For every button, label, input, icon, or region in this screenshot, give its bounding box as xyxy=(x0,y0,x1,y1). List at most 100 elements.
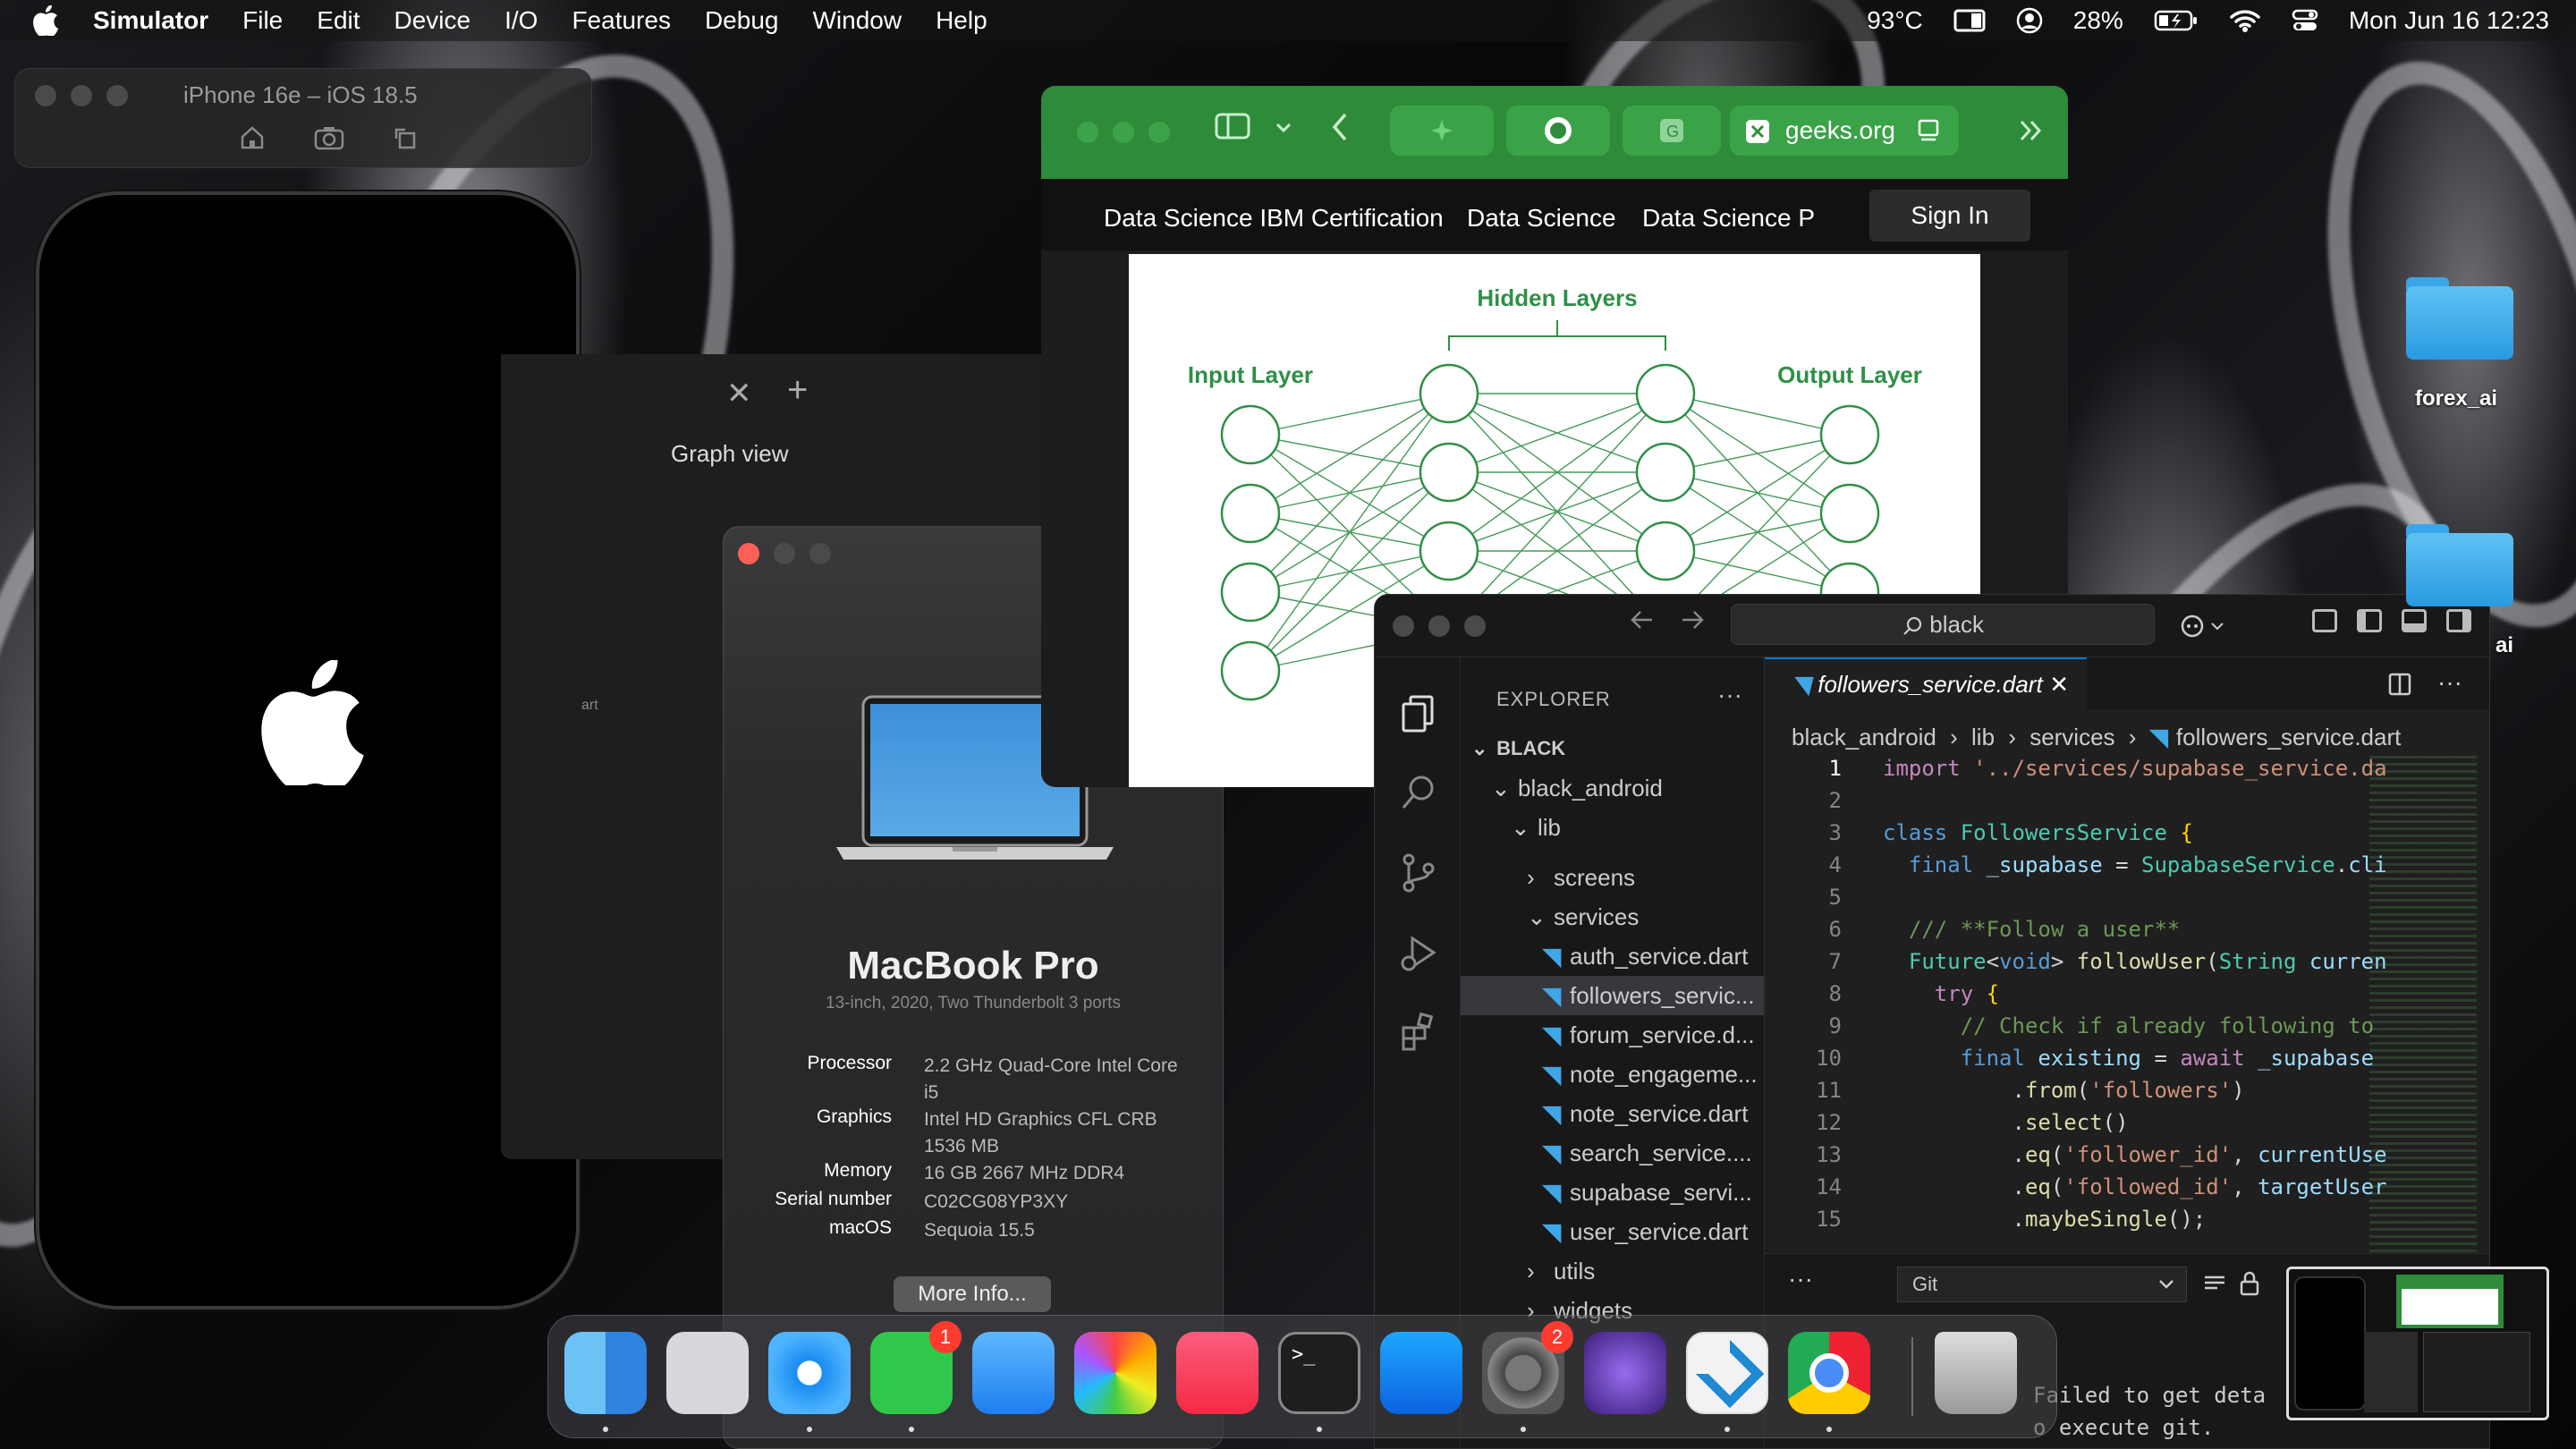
menu-device[interactable]: Device xyxy=(394,6,471,35)
folder-icon[interactable] xyxy=(2406,277,2513,360)
toggle-panel-icon[interactable] xyxy=(2402,609,2427,632)
menu-app-name[interactable]: Simulator xyxy=(93,6,208,35)
zoom-button[interactable] xyxy=(809,543,831,564)
vscode-icon[interactable] xyxy=(1686,1332,1768,1414)
close-icon[interactable]: ✕ xyxy=(2049,659,2069,709)
close-button[interactable] xyxy=(1393,615,1414,637)
minimize-button[interactable] xyxy=(774,543,795,564)
tab-pinned-1[interactable] xyxy=(1390,106,1494,156)
tab-followers-service[interactable]: ◥ followers_service.dart ✕ xyxy=(1765,657,2087,709)
minimize-button[interactable] xyxy=(71,85,92,106)
iphone-simulator-screen[interactable] xyxy=(36,191,580,1309)
zoom-button[interactable] xyxy=(1148,122,1170,143)
close-button[interactable] xyxy=(738,543,759,564)
copilot-icon[interactable] xyxy=(2180,613,2228,640)
more-actions-icon[interactable]: ··· xyxy=(2437,668,2462,696)
display-icon[interactable] xyxy=(1953,8,1986,33)
address-bar[interactable]: geeks.org xyxy=(1730,106,1959,156)
temperature-status[interactable]: 93°C xyxy=(1867,6,1923,35)
tree-file-item[interactable]: ◥ auth_service.dart xyxy=(1461,936,1764,976)
tab-g[interactable]: G xyxy=(1623,106,1721,156)
system-settings-icon[interactable]: 2 xyxy=(1482,1321,1573,1414)
xcode-icon[interactable] xyxy=(1380,1332,1462,1414)
wifi-icon[interactable] xyxy=(2229,8,2261,33)
minimap[interactable] xyxy=(2369,756,2477,1292)
run-debug-icon[interactable] xyxy=(1398,933,1439,974)
nav-link-data-science-p[interactable]: Data Science P xyxy=(1642,204,1815,233)
zoom-button[interactable] xyxy=(106,85,128,106)
more-info-button[interactable]: More Info... xyxy=(894,1276,1051,1312)
nav-link-ibm-cert[interactable]: Data Science IBM Certification xyxy=(1104,204,1444,233)
tree-file-item[interactable]: ◥ note_engageme... xyxy=(1461,1055,1764,1094)
tab-github[interactable] xyxy=(1506,106,1610,156)
screenshot-icon[interactable] xyxy=(314,124,344,151)
lock-scroll-icon[interactable] xyxy=(2239,1270,2260,1297)
breadcrumb-item[interactable]: services xyxy=(2029,724,2114,750)
menu-edit[interactable]: Edit xyxy=(317,6,360,35)
menu-help[interactable]: Help xyxy=(936,6,987,35)
output-channel-select[interactable]: Git xyxy=(1897,1267,2187,1302)
tree-file-item[interactable]: ◥ search_service.... xyxy=(1461,1133,1764,1173)
breadcrumb-item[interactable]: lib xyxy=(1971,724,1995,750)
back-arrow-icon[interactable] xyxy=(1629,607,1656,632)
folder-icon[interactable] xyxy=(2406,524,2513,606)
chrome-icon[interactable] xyxy=(1788,1332,1870,1414)
tree-folder-item[interactable]: ⌄ services xyxy=(1461,897,1764,936)
tree-file-item[interactable]: ◥ forum_service.d... xyxy=(1461,1015,1764,1055)
minimize-button[interactable] xyxy=(1113,122,1134,143)
finder-icon[interactable] xyxy=(564,1332,647,1414)
terminal-icon[interactable]: >_ xyxy=(1278,1332,1360,1414)
menu-window[interactable]: Window xyxy=(812,6,902,35)
close-button[interactable] xyxy=(1077,122,1098,143)
split-editor-icon[interactable] xyxy=(2387,672,2412,697)
tree-file-item[interactable]: ◥ user_service.dart xyxy=(1461,1212,1764,1251)
sidebar-toggle-icon[interactable] xyxy=(1215,111,1250,141)
explorer-icon[interactable] xyxy=(1398,693,1439,734)
chevron-down-icon[interactable] xyxy=(1275,122,1292,134)
user-account-icon[interactable] xyxy=(2016,7,2043,34)
panel-more-icon[interactable]: ··· xyxy=(1788,1265,1813,1293)
reader-icon[interactable] xyxy=(1916,118,1941,143)
apple-menu-icon[interactable] xyxy=(32,5,59,36)
clear-output-icon[interactable] xyxy=(2203,1274,2228,1295)
search-icon[interactable] xyxy=(1398,772,1439,813)
breadcrumb-item[interactable]: followers_service.dart xyxy=(2176,724,2401,750)
obsidian-icon[interactable] xyxy=(1584,1332,1666,1414)
new-tab-button[interactable]: + xyxy=(787,370,808,411)
nav-link-data-science[interactable]: Data Science xyxy=(1467,204,1616,233)
photos-icon[interactable] xyxy=(1074,1332,1157,1414)
toggle-secondary-sidebar-icon[interactable] xyxy=(2446,609,2471,632)
launchpad-icon[interactable] xyxy=(666,1332,749,1414)
menu-clock[interactable]: Mon Jun 16 12:23 xyxy=(2349,6,2549,35)
rotate-icon[interactable] xyxy=(393,124,419,151)
safari-icon[interactable] xyxy=(768,1332,851,1414)
tree-folder-item[interactable]: ⌄ black_android xyxy=(1461,768,1764,808)
forward-arrow-icon[interactable] xyxy=(1679,607,1706,632)
trash-icon[interactable] xyxy=(1935,1332,2017,1414)
command-center-search[interactable]: black xyxy=(1731,604,2155,645)
control-center-icon[interactable] xyxy=(2292,8,2318,33)
screenshot-thumbnail[interactable] xyxy=(2286,1267,2549,1420)
menu-file[interactable]: File xyxy=(242,6,283,35)
workspace-root[interactable]: ⌄ BLACK xyxy=(1461,729,1764,768)
battery-icon[interactable] xyxy=(2154,9,2199,32)
tree-file-item[interactable]: ◥ note_service.dart xyxy=(1461,1094,1764,1133)
tree-folder-item[interactable]: ⌄ lib xyxy=(1461,808,1764,847)
tree-file-item[interactable]: ◥ supabase_servi... xyxy=(1461,1173,1764,1212)
folder-label-forex-ai[interactable]: forex_ai xyxy=(2415,386,2497,411)
music-icon[interactable] xyxy=(1176,1332,1258,1414)
tree-folder-item[interactable]: › utils xyxy=(1461,1251,1764,1291)
menu-debug[interactable]: Debug xyxy=(705,6,779,35)
explorer-more-button[interactable]: ··· xyxy=(1717,681,1742,709)
zoom-button[interactable] xyxy=(1464,615,1486,637)
close-button[interactable] xyxy=(35,85,56,106)
menu-io[interactable]: I/O xyxy=(504,6,538,35)
back-icon[interactable] xyxy=(1329,111,1351,143)
tree-file-item[interactable]: ◥ followers_servic... xyxy=(1461,976,1764,1015)
tab-close-button[interactable]: ✕ xyxy=(726,376,752,411)
messages-icon[interactable]: 1 xyxy=(870,1321,962,1414)
mail-icon[interactable] xyxy=(972,1332,1055,1414)
menu-features[interactable]: Features xyxy=(572,6,671,35)
more-tabs-icon[interactable] xyxy=(2018,118,2045,143)
customize-layout-icon[interactable] xyxy=(2312,609,2337,632)
